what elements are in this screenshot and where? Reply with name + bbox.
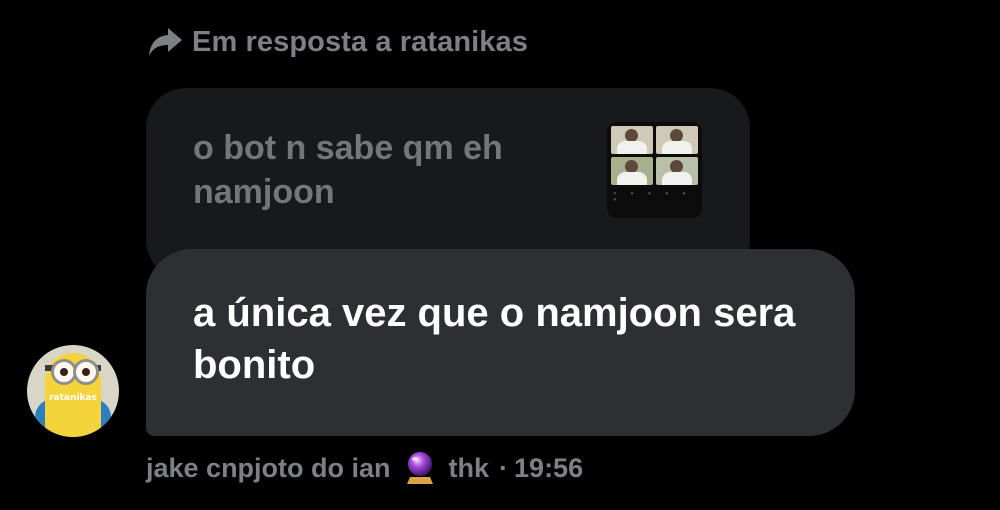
thumbnail-action-icons: ● ● ● ● ● ●	[613, 191, 692, 203]
reply-header-text: Em resposta a ratanikas	[192, 25, 528, 58]
meta-separator: ·	[499, 452, 509, 483]
reply-arrow-icon	[149, 28, 182, 56]
avatar-label: ratanikas	[49, 393, 97, 403]
message-time: 19:56	[514, 452, 584, 483]
quoted-message-text: o bot n sabe qm eh namjoon	[193, 129, 503, 211]
sender-name[interactable]: jake cnpjoto do ian	[146, 453, 391, 484]
message-bubble[interactable]: a única vez que o namjoon sera bonito	[146, 249, 855, 436]
avatar[interactable]: ratanikas	[27, 345, 119, 437]
thumbnail-photo	[656, 126, 698, 154]
crystal-ball-icon	[406, 452, 433, 484]
avatar-eye	[73, 359, 99, 385]
sender-suffix: thk	[448, 452, 490, 483]
thumbnail-photo	[611, 157, 653, 185]
thumbnail-photo	[611, 126, 653, 154]
image-thumbnail[interactable]: ● ● ● ● ● ●	[607, 122, 702, 218]
thumbnail-photo	[656, 157, 698, 185]
reply-header[interactable]: Em resposta a ratanikas	[146, 22, 528, 62]
message-text: a única vez que o namjoon sera bonito	[193, 291, 796, 387]
message-meta: jake cnpjoto do ian thk · 19:56	[146, 448, 583, 488]
